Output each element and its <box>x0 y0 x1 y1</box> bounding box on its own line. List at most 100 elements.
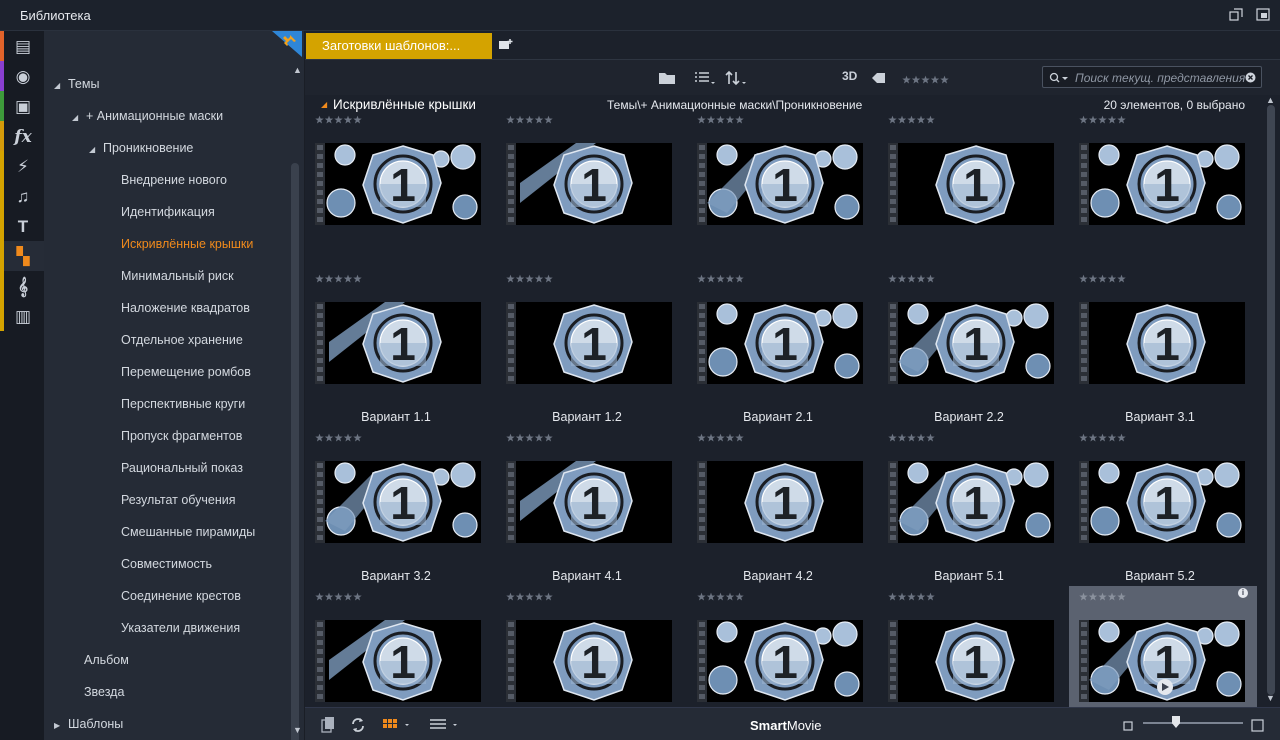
star-icon[interactable] <box>343 115 353 124</box>
star-icon[interactable] <box>907 115 916 124</box>
toggle-3d-button[interactable]: 3D <box>842 69 857 87</box>
star-icon[interactable] <box>534 592 544 601</box>
slider-knob[interactable] <box>1172 716 1180 728</box>
template-tile[interactable]: 1 Вариант 4.2 <box>687 427 875 586</box>
rating-stars[interactable] <box>888 274 936 284</box>
template-thumbnail[interactable]: 1 <box>506 302 672 384</box>
template-thumbnail[interactable]: 1 <box>506 143 672 225</box>
template-tile[interactable]: 1 Вариант 4.1 <box>496 427 684 586</box>
small-thumb-size-icon[interactable] <box>1123 718 1135 736</box>
template-tile[interactable]: 1 Вариант 3.2 <box>305 427 493 586</box>
star-icon[interactable] <box>926 274 935 283</box>
rating-stars[interactable] <box>1079 592 1127 602</box>
star-icon[interactable] <box>324 592 334 601</box>
star-icon[interactable] <box>515 592 525 601</box>
star-icon[interactable] <box>697 433 706 442</box>
rating-filter-stars[interactable] <box>902 73 950 91</box>
star-icon[interactable] <box>916 115 926 124</box>
rating-stars[interactable] <box>315 433 363 443</box>
star-icon[interactable] <box>315 592 324 601</box>
template-thumbnail[interactable]: 1 <box>315 143 481 225</box>
template-tile[interactable]: 1Вариант 7.1 (начало) <box>687 586 875 707</box>
tree-item-templates[interactable]: ▶ Шаблоны <box>54 714 123 734</box>
star-icon[interactable] <box>1079 274 1088 283</box>
rating-stars[interactable] <box>1079 274 1127 284</box>
star-icon[interactable] <box>1079 433 1088 442</box>
template-tile[interactable]: 1Вариант 6.1 <box>305 586 493 707</box>
grid-scrollbar[interactable]: ▲ ▼ <box>1262 95 1280 707</box>
expand-triangle-icon[interactable]: ◢ <box>89 140 103 160</box>
star-icon[interactable] <box>907 433 916 442</box>
star-icon[interactable] <box>1088 592 1098 601</box>
tree-item-theme[interactable]: Пропуск фрагментов <box>121 426 242 446</box>
template-thumbnail[interactable]: 1 <box>1079 143 1245 225</box>
strip-item-music-note[interactable]: ♫ <box>0 181 44 211</box>
undock-icon[interactable] <box>1229 8 1243 21</box>
collapsed-triangle-icon[interactable]: ▶ <box>54 716 68 736</box>
star-icon[interactable] <box>926 433 935 442</box>
star-icon[interactable] <box>907 274 916 283</box>
star-icon[interactable] <box>343 592 353 601</box>
star-icon[interactable] <box>544 433 553 442</box>
star-icon[interactable] <box>315 115 324 124</box>
tree-item-theme[interactable]: Искривлённые крышки <box>121 234 253 254</box>
expand-triangle-icon[interactable]: ◢ <box>72 108 86 128</box>
template-tile[interactable]: i1Вариант 7.2 (начало) <box>1069 586 1257 707</box>
tree-item-theme[interactable]: Перемещение ромбов <box>121 362 251 382</box>
tree-item-theme[interactable]: Внедрение нового <box>121 170 227 190</box>
star-icon[interactable] <box>315 274 324 283</box>
star-icon[interactable] <box>725 592 735 601</box>
rating-stars[interactable] <box>506 274 554 284</box>
star-icon[interactable] <box>515 433 525 442</box>
template-thumbnail[interactable]: 1 <box>506 620 672 702</box>
tree-item-star[interactable]: Звезда <box>84 682 124 702</box>
star-icon[interactable] <box>515 274 525 283</box>
info-icon[interactable]: i <box>1238 588 1248 598</box>
star-icon[interactable] <box>506 592 515 601</box>
star-icon[interactable] <box>888 115 897 124</box>
star-icon[interactable] <box>525 592 534 601</box>
star-icon[interactable] <box>911 75 921 84</box>
star-icon[interactable] <box>353 592 362 601</box>
template-tile[interactable]: 1Вариант 7.1 (циклично) <box>878 586 1066 707</box>
template-tile[interactable]: 1 <box>687 115 875 268</box>
tree-item-theme[interactable]: Идентификация <box>121 202 215 222</box>
star-icon[interactable] <box>1117 115 1126 124</box>
star-icon[interactable] <box>888 274 897 283</box>
template-tile[interactable]: 1 Вариант 5.1 <box>878 427 1066 586</box>
star-icon[interactable] <box>1098 592 1107 601</box>
tree-item-theme[interactable]: Совместимость <box>121 554 212 574</box>
star-icon[interactable] <box>1117 274 1126 283</box>
star-icon[interactable] <box>926 115 935 124</box>
tree-item-themes[interactable]: ◢ Темы <box>54 74 99 94</box>
star-icon[interactable] <box>353 433 362 442</box>
star-icon[interactable] <box>940 75 949 84</box>
rating-stars[interactable] <box>888 115 936 125</box>
tree-item-theme[interactable]: Смешанные пирамиды <box>121 522 255 542</box>
star-icon[interactable] <box>534 115 544 124</box>
tab-template-presets[interactable]: Заготовки шаблонов:... <box>306 33 492 59</box>
rating-stars[interactable] <box>697 115 745 125</box>
strip-item-fx[interactable]: fx <box>0 121 44 151</box>
star-icon[interactable] <box>506 433 515 442</box>
sort-dropdown-icon[interactable] <box>724 69 748 87</box>
star-icon[interactable] <box>1088 115 1098 124</box>
star-icon[interactable] <box>544 115 553 124</box>
template-thumbnail[interactable]: 1 <box>315 302 481 384</box>
star-icon[interactable] <box>916 274 926 283</box>
star-icon[interactable] <box>1098 115 1107 124</box>
star-icon[interactable] <box>1107 433 1117 442</box>
scroll-down-icon[interactable]: ▼ <box>1266 693 1275 703</box>
search-field[interactable]: Поиск текущ. представления <box>1042 66 1262 88</box>
template-tile[interactable]: 1 Вариант 1.1 <box>305 268 493 427</box>
restore-icon[interactable] <box>1256 8 1270 21</box>
star-icon[interactable] <box>315 433 324 442</box>
add-tab-icon[interactable] <box>498 38 514 52</box>
star-icon[interactable] <box>706 115 716 124</box>
strip-item-theme-template[interactable]: ▚ <box>0 241 44 271</box>
star-icon[interactable] <box>902 75 911 84</box>
template-thumbnail[interactable]: 1 <box>315 620 481 702</box>
template-thumbnail[interactable]: 1 <box>697 143 863 225</box>
template-thumbnail[interactable]: 1 <box>697 461 863 543</box>
rating-stars[interactable] <box>506 433 554 443</box>
